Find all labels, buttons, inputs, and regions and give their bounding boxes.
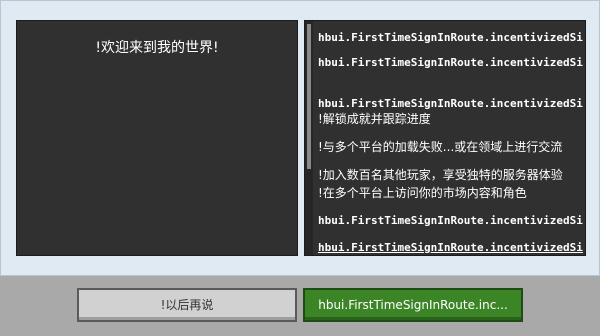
scrollbar-thumb[interactable]	[307, 24, 311, 170]
benefit-line: !与多个平台的加载失败...或在领域上进行交流	[318, 140, 563, 154]
benefit-line: hbui.FirstTimeSignInRoute.incentivizedSi	[318, 56, 583, 69]
later-button[interactable]: !以后再说	[77, 288, 297, 322]
benefit-line: hbui.FirstTimeSignInRoute.incentivizedSi	[318, 97, 583, 110]
welcome-dialog: !欢迎来到我的世界! hbui.FirstTimeSignInRoute.inc…	[0, 0, 600, 276]
benefit-line: hbui.FirstTimeSignInRoute.incentivizedSi	[318, 214, 583, 227]
benefit-line: !在多个平台上访问你的市场内容和角色	[318, 186, 527, 200]
benefit-line: hbui.FirstTimeSignInRoute.incentivizedSi	[318, 31, 583, 44]
benefits-panel[interactable]: hbui.FirstTimeSignInRoute.incentivizedSi…	[304, 20, 586, 256]
sign-in-button[interactable]: hbui.FirstTimeSignInRoute.inc...	[303, 288, 523, 322]
benefit-line: !加入数百名其他玩家，享受独特的服务器体验	[318, 168, 563, 182]
benefits-scrollbar[interactable]	[305, 21, 313, 255]
welcome-panel: !欢迎来到我的世界!	[16, 20, 298, 256]
welcome-title: !欢迎来到我的世界!	[95, 40, 219, 56]
benefit-line: !解锁成就并跟踪进度	[318, 112, 431, 126]
benefit-link[interactable]: hbui.FirstTimeSignInRoute.incentivizedSi	[318, 241, 583, 254]
